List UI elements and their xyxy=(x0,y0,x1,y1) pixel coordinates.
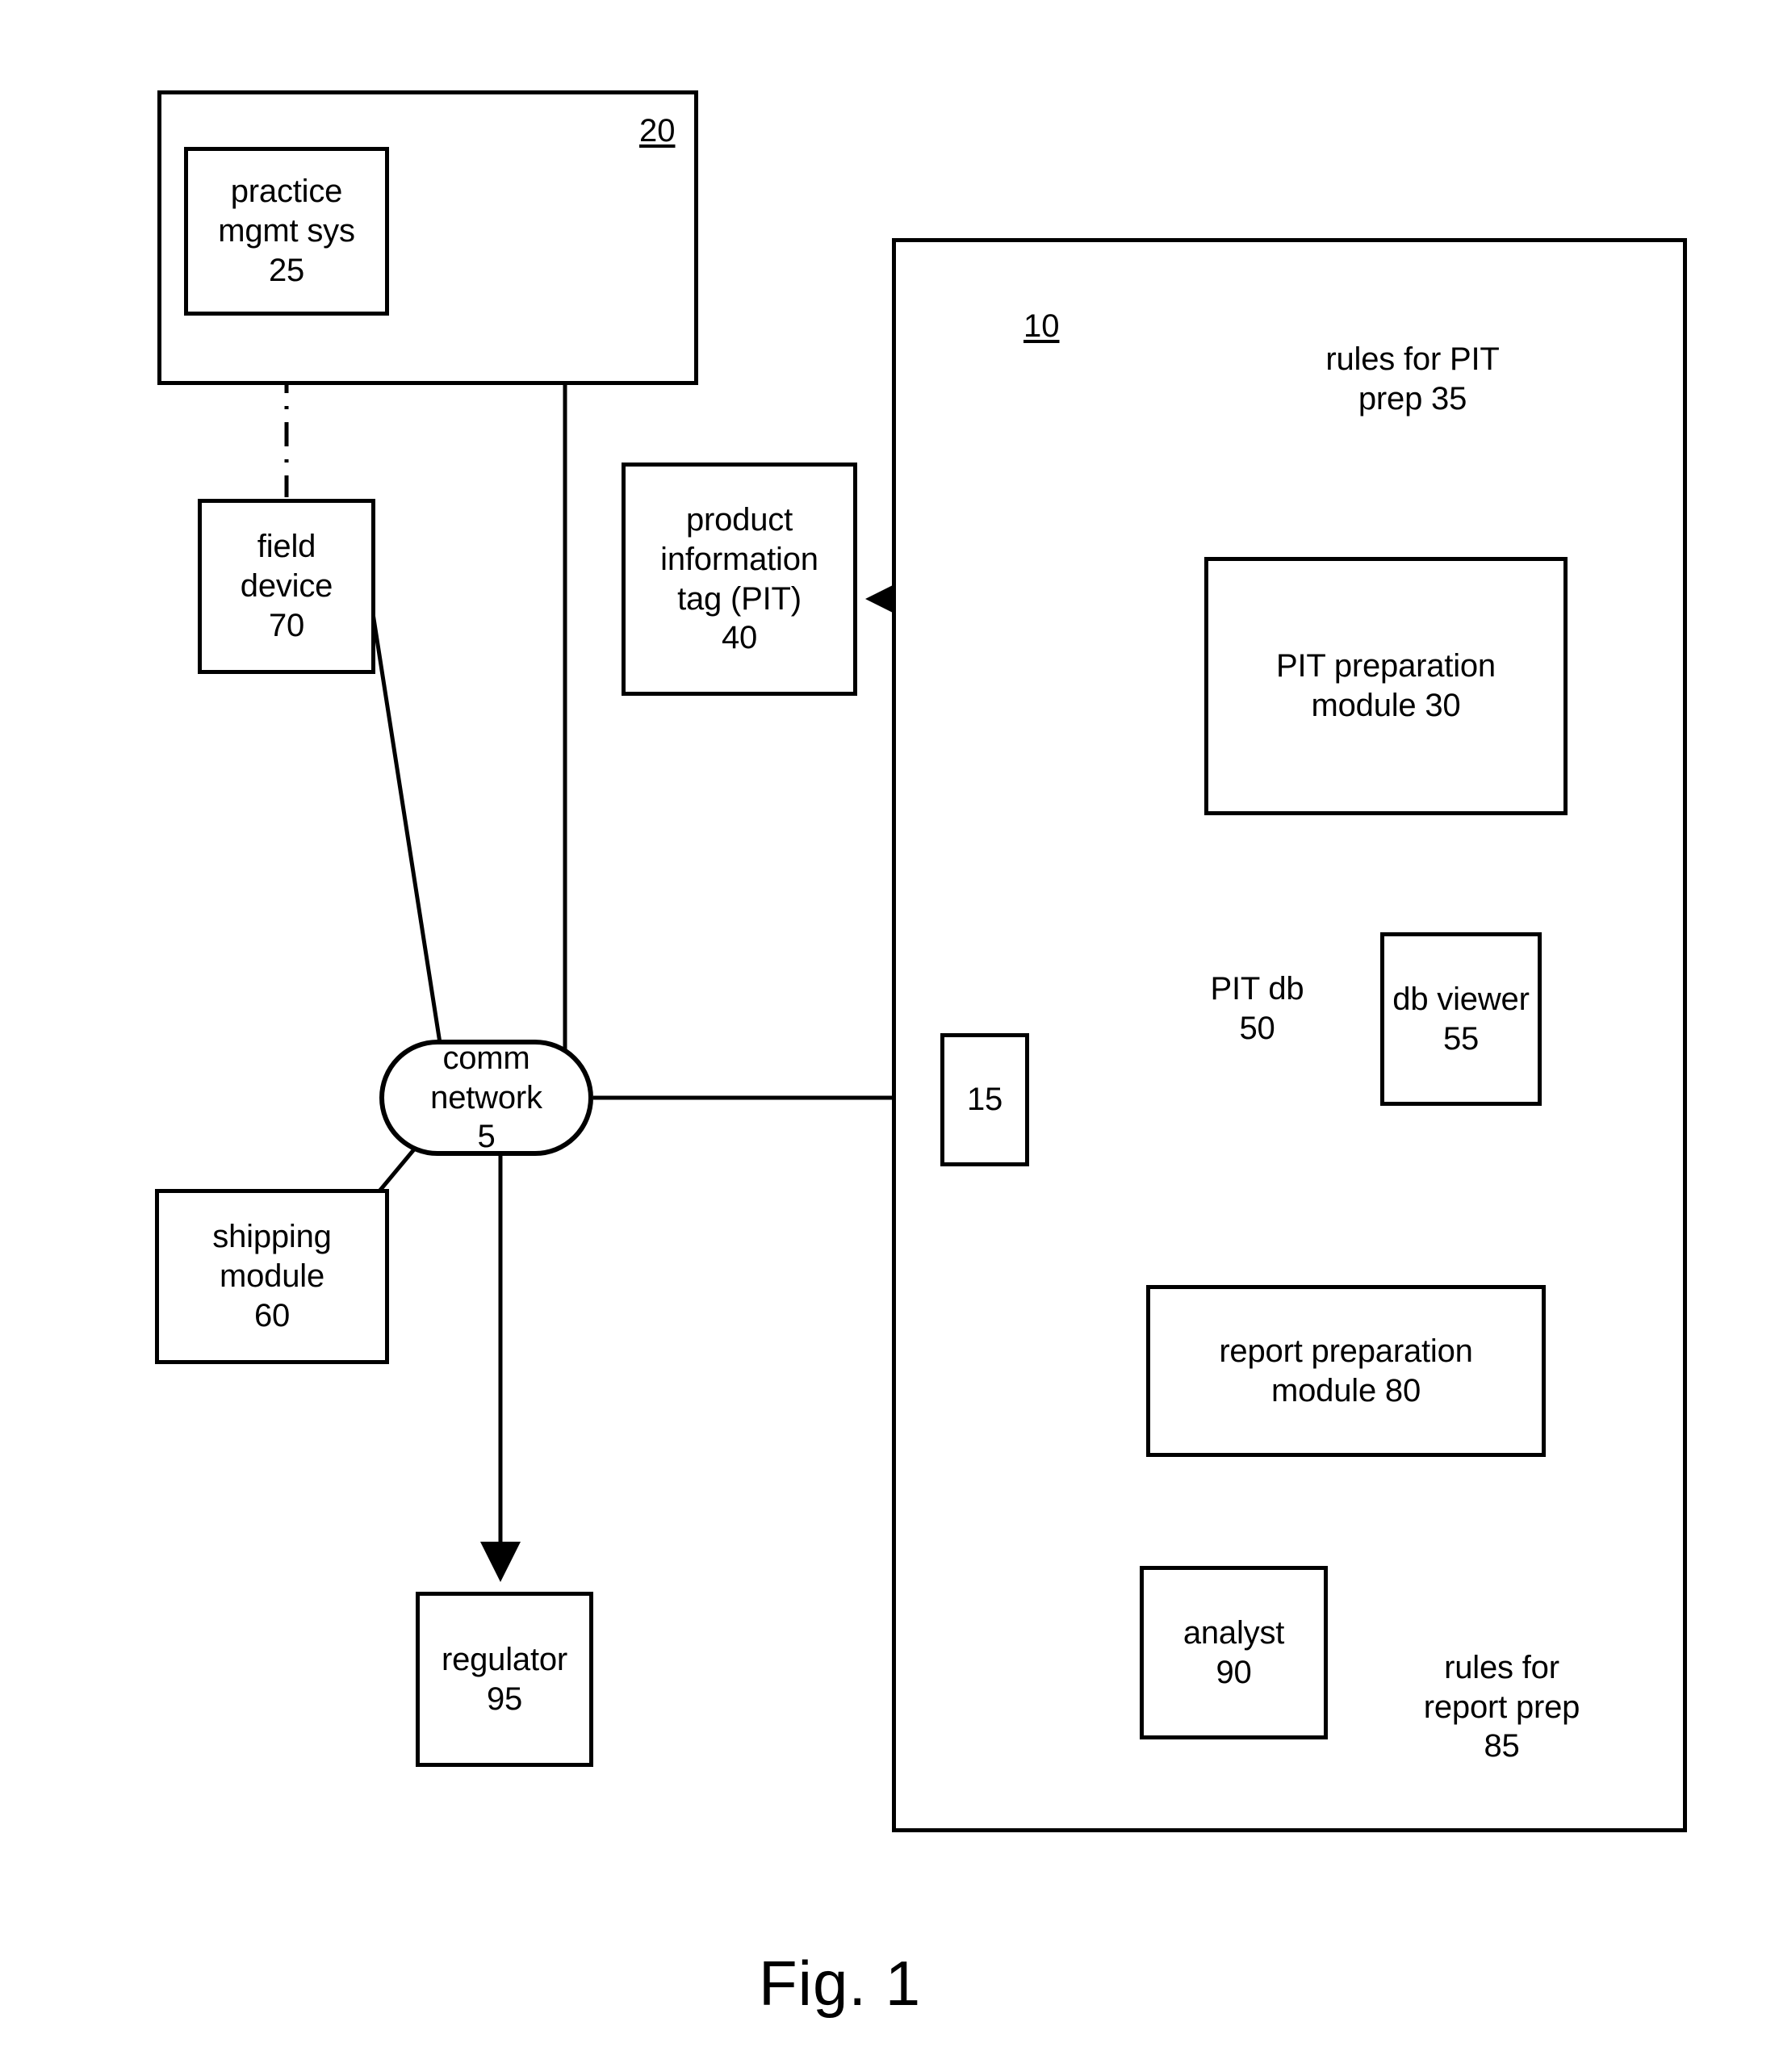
node-report-preparation-module[interactable]: report preparation module 80 xyxy=(1146,1285,1546,1457)
figure-page: 20 10 practice mgmt sys 25 field device … xyxy=(0,0,1779,2072)
node-regulator[interactable]: regulator 95 xyxy=(416,1592,593,1767)
panel-10-ref-label: 10 xyxy=(1023,308,1060,344)
node-rules-for-pit-prep[interactable]: rules for PIT prep 35 xyxy=(1263,323,1562,436)
node-practice-mgmt-sys[interactable]: practice mgmt sys 25 xyxy=(184,147,389,316)
node-analyst[interactable]: analyst 90 xyxy=(1140,1566,1328,1739)
node-pit-db[interactable]: PIT db 50 xyxy=(1174,961,1340,1057)
node-pit-preparation-module[interactable]: PIT preparation module 30 xyxy=(1204,557,1568,815)
figure-caption: Fig. 1 xyxy=(759,1948,922,2019)
node-interface-15[interactable]: 15 xyxy=(940,1033,1029,1166)
node-shipping-module[interactable]: shipping module 60 xyxy=(155,1189,389,1364)
panel-20-ref-label: 20 xyxy=(639,113,676,149)
node-product-information-tag[interactable]: product information tag (PIT) 40 xyxy=(622,463,857,696)
node-comm-network[interactable]: comm network 5 xyxy=(379,1040,593,1156)
edge-fielddevice-to-network xyxy=(370,613,442,1044)
node-db-viewer[interactable]: db viewer 55 xyxy=(1380,932,1542,1106)
node-rules-for-report-prep[interactable]: rules for report prep 85 xyxy=(1350,1647,1654,1768)
node-field-device[interactable]: field device 70 xyxy=(198,499,375,674)
